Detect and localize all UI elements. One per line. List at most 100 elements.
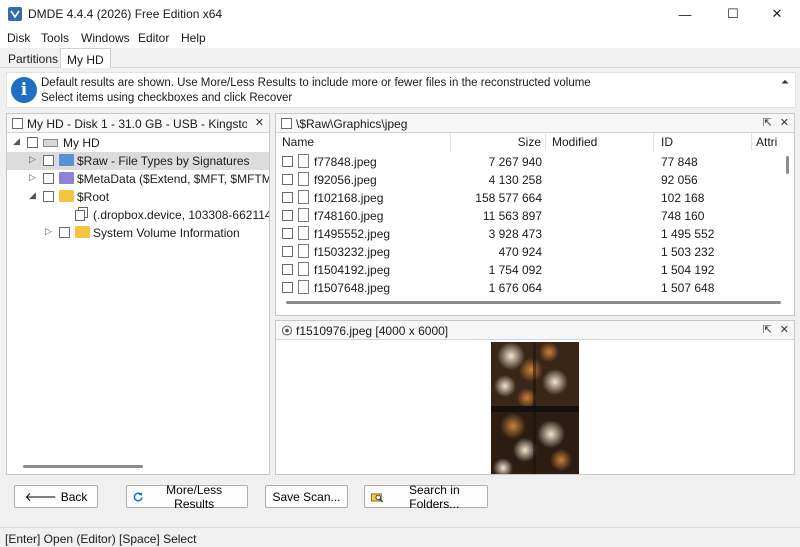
file-icon (298, 190, 309, 204)
more-less-results-button[interactable]: More/Less Results (126, 483, 248, 511)
collapse-icon[interactable]: ⏶ (781, 77, 789, 88)
folder-icon (59, 172, 74, 184)
file-icon (298, 244, 309, 258)
tree-label: $Root (77, 190, 110, 204)
tree-item-dropbox-device[interactable]: (.dropbox.device, 103308-662114654 (7, 206, 269, 224)
file-size: 11 563 897 (482, 209, 542, 223)
search-in-folders-button[interactable]: Search in Folders... (364, 482, 488, 511)
file-icon (298, 262, 309, 276)
file-checkbox[interactable] (282, 264, 293, 275)
close-window-button[interactable]: ✕ (754, 0, 800, 28)
column-header-id[interactable]: ID (654, 133, 752, 151)
tree-checkbox[interactable] (27, 137, 38, 148)
file-name: f1495552.jpeg (314, 227, 391, 241)
save-scan-button[interactable]: Save Scan... (265, 485, 348, 508)
file-id: 102 168 (661, 191, 705, 205)
file-row[interactable]: f102168.jpeg 158 577 664 102 168 (276, 189, 782, 207)
file-name: f92056.jpeg (314, 173, 377, 187)
file-size: 3 928 473 (488, 227, 542, 241)
expand-arrow-icon[interactable]: ▷ (29, 154, 36, 165)
maximize-icon: ☐ (727, 6, 739, 21)
menu-help[interactable]: Help (181, 31, 206, 45)
file-size: 1 676 064 (488, 281, 542, 295)
collapse-arrow-icon[interactable]: ◢ (29, 190, 36, 201)
file-row[interactable]: f1504192.jpeg 1 754 092 1 504 192 (276, 261, 782, 279)
minimize-icon: — (678, 6, 692, 22)
preview-panel: f1510976.jpeg [4000 x 6000] ⇱ ✕ (275, 320, 795, 475)
column-header-modified[interactable]: Modified (546, 133, 654, 151)
title-bar: DMDE 4.4.4 (2026) Free Edition x64 — ☐ ✕ (0, 0, 800, 28)
file-checkbox[interactable] (282, 156, 293, 167)
close-icon[interactable]: ✕ (255, 116, 264, 129)
tree-checkbox[interactable] (59, 227, 70, 238)
tree-item-metadata[interactable]: ▷ $MetaData ($Extend, $MFT, $MFTMirr, $ (7, 170, 269, 188)
tree-checkbox[interactable] (43, 173, 54, 184)
file-row[interactable]: f77848.jpeg 7 267 940 77 848 (276, 153, 782, 171)
tab-partitions[interactable]: Partitions (2, 48, 64, 68)
file-copy-icon (75, 207, 88, 221)
file-checkbox[interactable] (282, 228, 293, 239)
menu-windows[interactable]: Windows (81, 31, 130, 45)
collapse-arrow-icon[interactable]: ◢ (13, 136, 20, 147)
undock-icon[interactable]: ⇱ (763, 116, 772, 129)
tree-item-system-volume-information[interactable]: ▷ System Volume Information (7, 224, 269, 242)
column-header-name[interactable]: Name (276, 133, 451, 151)
file-list-panel: \$Raw\Graphics\jpeg ⇱ ✕ Name Size Modifi… (275, 113, 795, 316)
file-row[interactable]: f92056.jpeg 4 130 258 92 056 (276, 171, 782, 189)
file-checkbox[interactable] (282, 282, 293, 293)
file-row[interactable]: f748160.jpeg 11 563 897 748 160 (276, 207, 782, 225)
undock-icon[interactable]: ⇱ (763, 323, 772, 336)
file-id: 1 504 192 (661, 263, 715, 277)
tab-my-hd[interactable]: My HD (60, 48, 111, 68)
column-header-attributes[interactable]: Attri (752, 133, 794, 151)
file-checkbox[interactable] (282, 246, 293, 257)
tree-item-my-hd[interactable]: ◢ My HD (7, 134, 269, 152)
tree-header-checkbox[interactable] (12, 118, 23, 129)
back-button[interactable]: 🡐 Back (14, 485, 98, 508)
window-title: DMDE 4.4.4 (2026) Free Edition x64 (28, 7, 223, 21)
menu-bar: Disk Tools Windows Editor Help (0, 28, 800, 48)
file-checkbox[interactable] (282, 192, 293, 203)
file-id: 1 507 648 (661, 281, 715, 295)
horizontal-scrollbar[interactable] (286, 301, 781, 304)
status-bar: [Enter] Open (Editor) [Space] Select (0, 527, 800, 547)
tree-label: $Raw - File Types by Signatures (77, 154, 250, 168)
file-row[interactable]: f1495552.jpeg 3 928 473 1 495 552 (276, 225, 782, 243)
menu-disk[interactable]: Disk (7, 31, 30, 45)
image-preview (491, 342, 579, 474)
folder-icon (59, 154, 74, 166)
file-row[interactable]: f1507648.jpeg 1 676 064 1 507 648 (276, 279, 782, 297)
folder-icon (75, 226, 90, 238)
close-icon[interactable]: ✕ (780, 323, 789, 336)
file-checkbox[interactable] (282, 174, 293, 185)
drive-icon (43, 139, 58, 147)
expand-arrow-icon[interactable]: ▷ (45, 226, 52, 237)
vertical-scrollbar[interactable] (786, 156, 789, 174)
file-icon (298, 154, 309, 168)
file-size: 7 267 940 (488, 155, 542, 169)
menu-tools[interactable]: Tools (41, 31, 69, 45)
file-id: 92 056 (661, 173, 698, 187)
app-logo-icon (8, 7, 22, 21)
file-checkbox[interactable] (282, 210, 293, 221)
close-icon[interactable]: ✕ (780, 116, 789, 129)
tree-checkbox[interactable] (43, 191, 54, 202)
minimize-button[interactable]: — (662, 0, 708, 28)
tree-checkbox[interactable] (43, 155, 54, 166)
column-header-size[interactable]: Size (451, 133, 546, 151)
expand-arrow-icon[interactable]: ▷ (29, 172, 36, 183)
tree-label: $MetaData ($Extend, $MFT, $MFTMirr, $ (77, 172, 269, 186)
maximize-button[interactable]: ☐ (710, 0, 756, 28)
tree-item-root[interactable]: ◢ $Root (7, 188, 269, 206)
tree-label: My HD (63, 136, 100, 150)
file-id: 77 848 (661, 155, 698, 169)
file-icon (298, 280, 309, 294)
menu-editor[interactable]: Editor (138, 31, 169, 45)
file-row[interactable]: f1503232.jpeg 470 924 1 503 232 (276, 243, 782, 261)
horizontal-scrollbar[interactable] (23, 465, 143, 468)
search-in-folders-label: Search in Folders... (408, 482, 460, 511)
tree-item-raw[interactable]: ▷ $Raw - File Types by Signatures (7, 152, 269, 170)
tree-label: (.dropbox.device, 103308-662114654 (93, 208, 269, 222)
info-icon: i (11, 77, 37, 103)
file-list-header-checkbox[interactable] (281, 118, 292, 129)
